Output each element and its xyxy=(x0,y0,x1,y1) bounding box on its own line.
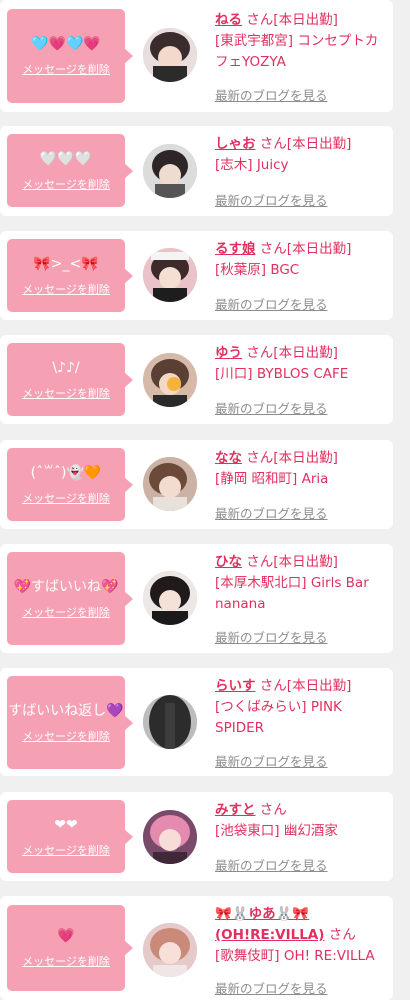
status-text: さん[本日出勤] xyxy=(246,554,338,570)
message-bubble: (ˆ꒳ˆ)👻🧡 メッセージを削除 xyxy=(7,448,133,521)
cast-name-link[interactable]: みすと xyxy=(215,802,256,818)
message-text: (ˆ꒳ˆ)👻🧡 xyxy=(30,464,102,481)
shop-info: [静岡 昭和町] Aria xyxy=(215,471,329,487)
message-text: 🤍🤍🤍 xyxy=(39,150,93,167)
list-item: 💗 メッセージを削除 🎀🐰ゆあ🐰🎀 (OH!RE:VILLA) さん [歌舞伎町… xyxy=(0,896,393,1000)
cast-name-link[interactable]: ひな xyxy=(215,554,242,570)
delete-message-button[interactable]: メッセージを削除 xyxy=(22,176,110,192)
delete-message-button[interactable]: メッセージを削除 xyxy=(22,385,110,401)
cast-name-link[interactable]: しゃお xyxy=(215,136,256,152)
message-text: 🎀>_<🎀 xyxy=(33,255,99,272)
avatar[interactable] xyxy=(143,28,197,82)
message-bubble: 💗 メッセージを削除 xyxy=(7,905,133,991)
delete-message-button[interactable]: メッセージを削除 xyxy=(22,728,110,744)
shop-info: [歌舞伎町] OH! RE:VILLA xyxy=(215,948,375,964)
message-text: \♪♪/ xyxy=(52,359,80,376)
list-item: すばいいね返し💜 メッセージを削除 らいす さん[本日出勤] [つくばみらい] … xyxy=(0,668,393,776)
shop-info: [東武宇都宮] コンセプトカフェYOZYA xyxy=(215,33,379,70)
status-text: さん[本日出勤] xyxy=(246,450,338,466)
latest-blog-link[interactable]: 最新のブログを見る xyxy=(215,855,328,874)
message-bubble: 🩵💗🩵💗 メッセージを削除 xyxy=(7,9,133,103)
cast-name-link[interactable]: なな xyxy=(215,450,242,466)
message-text: 💖すばいいね💖 xyxy=(13,578,119,595)
cast-name-link[interactable]: 🎀🐰ゆあ🐰🎀 (OH!RE:VILLA) xyxy=(215,906,324,943)
delete-message-button[interactable]: メッセージを削除 xyxy=(22,953,110,969)
cast-name-link[interactable]: らいす xyxy=(215,678,256,694)
list-item: ❤❤ メッセージを削除 みすと さん [池袋東口] 幽幻酒家 最新のブログを見る xyxy=(0,792,393,881)
latest-blog-link[interactable]: 最新のブログを見る xyxy=(215,294,328,313)
delete-message-button[interactable]: メッセージを削除 xyxy=(22,61,110,77)
message-bubble: すばいいね返し💜 メッセージを削除 xyxy=(7,676,133,769)
delete-message-button[interactable]: メッセージを削除 xyxy=(22,842,110,858)
shop-info: [志木] Juicy xyxy=(215,157,289,173)
latest-blog-link[interactable]: 最新のブログを見る xyxy=(215,190,328,209)
avatar[interactable] xyxy=(143,457,197,511)
message-text: 💗 xyxy=(57,928,75,944)
avatar[interactable] xyxy=(143,571,197,625)
delete-message-button[interactable]: メッセージを削除 xyxy=(22,604,110,620)
status-text: さん[本日出勤] xyxy=(246,345,338,361)
cast-name-link[interactable]: るす娘 xyxy=(215,241,256,257)
latest-blog-link[interactable]: 最新のブログを見る xyxy=(215,627,328,646)
list-item: 🤍🤍🤍 メッセージを削除 しゃお さん[本日出勤] [志木] Juicy 最新の… xyxy=(0,126,393,216)
status-text: さん[本日出勤] xyxy=(259,241,352,257)
message-text: 🩵💗🩵💗 xyxy=(31,36,101,52)
list-item: (ˆ꒳ˆ)👻🧡 メッセージを削除 なな さん[本日出勤] [静岡 昭和町] Ar… xyxy=(0,440,393,529)
list-item: 💖すばいいね💖 メッセージを削除 ひな さん[本日出勤] [本厚木駅北口] Gi… xyxy=(0,544,393,653)
list-item: 🩵💗🩵💗 メッセージを削除 ねる さん[本日出勤] [東武宇都宮] コンセプトカ… xyxy=(0,0,393,112)
shop-info: [本厚木駅北口] Girls Bar nanana xyxy=(215,575,369,612)
list-item: \♪♪/ メッセージを削除 ゆう さん[本日出勤] [川口] BYBLOS CA… xyxy=(0,335,393,424)
avatar[interactable] xyxy=(143,248,197,302)
avatar[interactable] xyxy=(143,353,197,407)
shop-info: [池袋東口] 幽幻酒家 xyxy=(215,823,338,839)
delete-message-button[interactable]: メッセージを削除 xyxy=(22,281,110,297)
message-bubble: 🎀>_<🎀 メッセージを削除 xyxy=(7,239,133,312)
shop-info: [川口] BYBLOS CAFE xyxy=(215,366,349,382)
message-bubble: ❤❤ メッセージを削除 xyxy=(7,800,133,873)
status-text: さん[本日出勤] xyxy=(259,678,352,694)
latest-blog-link[interactable]: 最新のブログを見る xyxy=(215,503,328,522)
latest-blog-link[interactable]: 最新のブログを見る xyxy=(215,751,328,770)
status-text: さん xyxy=(328,927,356,943)
shop-info: [秋葉原] BGC xyxy=(215,262,300,278)
message-bubble: 🤍🤍🤍 メッセージを削除 xyxy=(7,134,133,207)
avatar[interactable] xyxy=(143,810,197,864)
status-text: さん[本日出勤] xyxy=(259,136,352,152)
status-text: さん xyxy=(259,802,287,818)
cast-name-link[interactable]: ねる xyxy=(215,12,242,28)
shop-info: [つくばみらい] PINK SPIDER xyxy=(215,699,342,736)
avatar[interactable] xyxy=(143,923,197,977)
status-text: さん[本日出勤] xyxy=(246,12,338,28)
message-bubble: \♪♪/ メッセージを削除 xyxy=(7,343,133,416)
message-text: すばいいね返し💜 xyxy=(8,702,124,719)
list-item: 🎀>_<🎀 メッセージを削除 るす娘 さん[本日出勤] [秋葉原] BGC 最新… xyxy=(0,231,393,320)
delete-message-button[interactable]: メッセージを削除 xyxy=(22,490,110,506)
latest-blog-link[interactable]: 最新のブログを見る xyxy=(215,398,328,417)
message-list: 🩵💗🩵💗 メッセージを削除 ねる さん[本日出勤] [東武宇都宮] コンセプトカ… xyxy=(0,0,410,1000)
avatar[interactable] xyxy=(143,695,197,749)
latest-blog-link[interactable]: 最新のブログを見る xyxy=(215,978,328,997)
avatar[interactable] xyxy=(143,144,197,198)
message-text: ❤❤ xyxy=(54,816,78,833)
cast-name-link[interactable]: ゆう xyxy=(215,345,242,361)
latest-blog-link[interactable]: 最新のブログを見る xyxy=(215,85,328,104)
message-bubble: 💖すばいいね💖 メッセージを削除 xyxy=(7,552,133,645)
